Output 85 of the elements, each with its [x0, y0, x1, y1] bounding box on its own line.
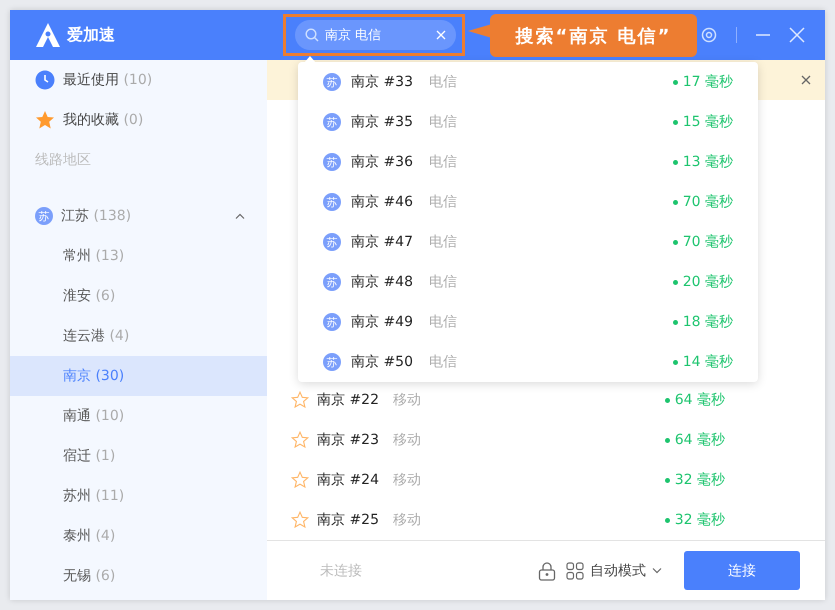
grid-icon	[566, 562, 584, 580]
province-badge: 苏	[323, 313, 341, 331]
city-item[interactable]: 无锡 (6)	[10, 556, 267, 596]
clock-icon	[35, 70, 55, 90]
mode-dropdown[interactable]: 自动模式	[566, 562, 662, 580]
latency-label: 13 毫秒	[672, 153, 733, 171]
sidebar-item[interactable]: 我的收藏 (0)	[10, 100, 267, 140]
carrier-label: 移动	[393, 471, 421, 489]
city-item[interactable]: 宿迁 (1)	[10, 436, 267, 476]
server-name: 南京 #35	[351, 113, 413, 131]
settings-icon[interactable]	[700, 26, 718, 44]
province-badge: 苏	[323, 353, 341, 371]
province-badge: 苏	[323, 273, 341, 291]
logo-icon	[35, 22, 61, 48]
star-outline-icon[interactable]	[291, 471, 309, 489]
city-item[interactable]: 泰州 (4)	[10, 516, 267, 556]
city-item[interactable]: 常州 (13)	[10, 236, 267, 276]
latency-label: 64 毫秒	[664, 431, 725, 449]
server-name: 南京 #49	[351, 313, 413, 331]
latency-label: 70 毫秒	[672, 233, 733, 251]
server-name: 南京 #36	[351, 153, 413, 171]
carrier-label: 电信	[429, 273, 457, 291]
region-item[interactable]: 苏 江苏 (138)	[10, 196, 267, 236]
carrier-label: 电信	[429, 313, 457, 331]
carrier-label: 电信	[429, 233, 457, 251]
province-badge: 苏	[323, 233, 341, 251]
carrier-label: 移动	[393, 511, 421, 529]
sidebar-item[interactable]: 最近使用 (10)	[10, 60, 267, 100]
province-badge: 苏	[323, 193, 341, 211]
city-item[interactable]: 南通 (10)	[10, 396, 267, 436]
star-outline-icon[interactable]	[291, 391, 309, 409]
search-result-item[interactable]: 苏 南京 #48 电信 20 毫秒	[298, 262, 758, 302]
latency-label: 32 毫秒	[664, 471, 725, 489]
server-name: 南京 #22	[317, 391, 379, 409]
latency-label: 20 毫秒	[672, 273, 733, 291]
server-name: 南京 #46	[351, 193, 413, 211]
chevron-up-icon[interactable]	[235, 213, 245, 219]
star-outline-icon[interactable]	[291, 431, 309, 449]
connect-button[interactable]: 连接	[684, 551, 800, 590]
server-name: 南京 #50	[351, 353, 413, 371]
latency-label: 64 毫秒	[664, 391, 725, 409]
latency-label: 17 毫秒	[672, 73, 733, 91]
province-badge: 苏	[323, 113, 341, 131]
carrier-label: 电信	[429, 193, 457, 211]
app-name: 爱加速	[67, 24, 115, 46]
latency-label: 15 毫秒	[672, 113, 733, 131]
server-name: 南京 #23	[317, 431, 379, 449]
server-name: 南京 #25	[317, 511, 379, 529]
star-outline-icon[interactable]	[291, 511, 309, 529]
search-result-item[interactable]: 苏 南京 #46 电信 70 毫秒	[298, 182, 758, 222]
close-icon[interactable]	[801, 75, 811, 85]
province-badge: 苏	[323, 153, 341, 171]
server-name: 南京 #48	[351, 273, 413, 291]
search-result-item[interactable]: 苏 南京 #49 电信 18 毫秒	[298, 302, 758, 342]
server-name: 南京 #24	[317, 471, 379, 489]
latency-label: 18 毫秒	[672, 313, 733, 331]
search-result-item[interactable]: 苏 南京 #47 电信 70 毫秒	[298, 222, 758, 262]
star-icon	[35, 110, 55, 130]
carrier-label: 电信	[429, 153, 457, 171]
clear-icon[interactable]	[436, 30, 446, 40]
carrier-label: 电信	[429, 113, 457, 131]
carrier-label: 电信	[429, 353, 457, 371]
search-result-item[interactable]: 苏 南京 #50 电信 14 毫秒	[298, 342, 758, 382]
status-label: 未连接	[320, 562, 362, 580]
province-badge: 苏	[35, 207, 53, 225]
search-result-item[interactable]: 苏 南京 #33 电信 17 毫秒	[298, 62, 758, 102]
section-label: 线路地区	[34, 151, 92, 170]
search-result-item[interactable]: 苏 南京 #35 电信 15 毫秒	[298, 102, 758, 142]
lock-icon[interactable]	[538, 560, 556, 580]
search-icon	[305, 28, 319, 42]
carrier-label: 电信	[429, 73, 457, 91]
carrier-label: 移动	[393, 431, 421, 449]
province-badge: 苏	[323, 73, 341, 91]
callout-label: 搜索“南京 电信”	[490, 14, 697, 57]
city-item[interactable]: 连云港 (4)	[10, 316, 267, 356]
city-item[interactable]: 淮安 (6)	[10, 276, 267, 316]
search-result-item[interactable]: 苏 南京 #36 电信 13 毫秒	[298, 142, 758, 182]
city-item[interactable]: 苏州 (11)	[10, 476, 267, 516]
chevron-down-icon	[652, 568, 662, 574]
server-name: 南京 #47	[351, 233, 413, 251]
latency-label: 14 毫秒	[672, 353, 733, 371]
server-name: 南京 #33	[351, 73, 413, 91]
latency-label: 70 毫秒	[672, 193, 733, 211]
carrier-label: 移动	[393, 391, 421, 409]
latency-label: 32 毫秒	[664, 511, 725, 529]
